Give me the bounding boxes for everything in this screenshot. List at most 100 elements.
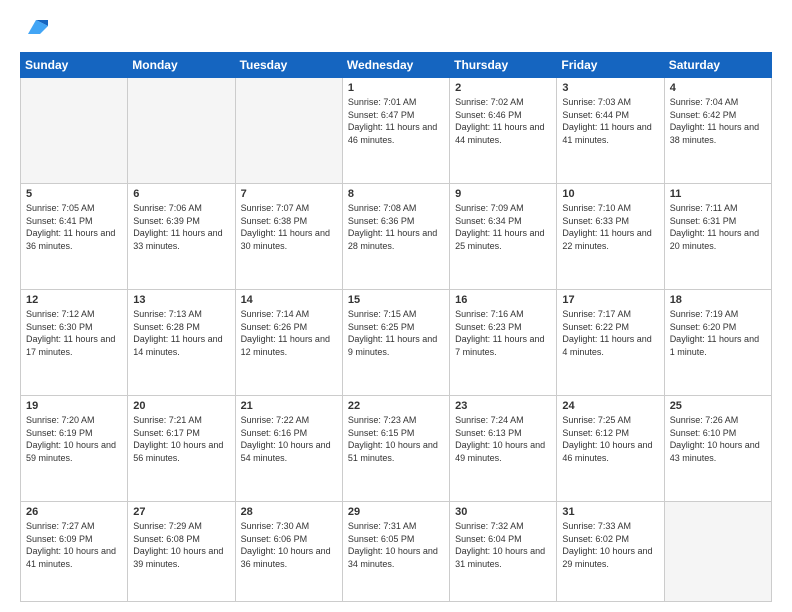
day-number: 13 <box>133 294 229 306</box>
calendar-cell: 24Sunrise: 7:25 AMSunset: 6:12 PMDayligh… <box>557 396 664 502</box>
day-info: Sunrise: 7:19 AMSunset: 6:20 PMDaylight:… <box>670 308 766 358</box>
day-number: 6 <box>133 188 229 200</box>
day-number: 25 <box>670 400 766 412</box>
day-info: Sunrise: 7:16 AMSunset: 6:23 PMDaylight:… <box>455 308 551 358</box>
calendar-cell: 16 Sunrise: 7:16 AMSunset: 6:23 PMDayligh… <box>450 290 557 396</box>
calendar-cell: 11 Sunrise: 7:11 AMSunset: 6:31 PMDayligh… <box>664 184 771 290</box>
col-header-monday: Monday <box>128 53 235 78</box>
calendar-week-1: 5Sunrise: 7:05 AMSunset: 6:41 PMDaylight… <box>21 184 772 290</box>
calendar-table: SundayMondayTuesdayWednesdayThursdayFrid… <box>20 52 772 602</box>
logo <box>20 16 52 44</box>
calendar-cell: 27Sunrise: 7:29 AMSunset: 6:08 PMDayligh… <box>128 502 235 602</box>
day-info: Sunrise: 7:11 AMSunset: 6:31 PMDaylight:… <box>670 202 766 252</box>
day-number: 10 <box>562 188 658 200</box>
day-number: 7 <box>241 188 337 200</box>
day-number: 20 <box>133 400 229 412</box>
day-info: Sunrise: 7:30 AMSunset: 6:06 PMDaylight:… <box>241 520 337 570</box>
day-number: 29 <box>348 506 444 518</box>
day-number: 30 <box>455 506 551 518</box>
day-number: 9 <box>455 188 551 200</box>
day-info: Sunrise: 7:04 AMSunset: 6:42 PMDaylight:… <box>670 96 766 146</box>
day-info: Sunrise: 7:01 AMSunset: 6:47 PMDaylight:… <box>348 96 444 146</box>
day-number: 15 <box>348 294 444 306</box>
col-header-saturday: Saturday <box>664 53 771 78</box>
day-number: 27 <box>133 506 229 518</box>
day-number: 1 <box>348 82 444 94</box>
calendar-cell: 14Sunrise: 7:14 AMSunset: 6:26 PMDayligh… <box>235 290 342 396</box>
col-header-tuesday: Tuesday <box>235 53 342 78</box>
calendar-cell: 25 Sunrise: 7:26 AMSunset: 6:10 PMDayligh… <box>664 396 771 502</box>
day-info: Sunrise: 7:23 AMSunset: 6:15 PMDaylight:… <box>348 414 444 464</box>
day-info: Sunrise: 7:26 AMSunset: 6:10 PMDaylight:… <box>670 414 766 464</box>
day-info: Sunrise: 7:08 AMSunset: 6:36 PMDaylight:… <box>348 202 444 252</box>
day-number: 31 <box>562 506 658 518</box>
calendar-cell: 10 Sunrise: 7:10 AMSunset: 6:33 PMDayligh… <box>557 184 664 290</box>
day-info: Sunrise: 7:15 AMSunset: 6:25 PMDaylight:… <box>348 308 444 358</box>
day-number: 18 <box>670 294 766 306</box>
day-number: 21 <box>241 400 337 412</box>
calendar-cell: 7 Sunrise: 7:07 AMSunset: 6:38 PMDaylight… <box>235 184 342 290</box>
calendar-cell <box>21 78 128 184</box>
day-info: Sunrise: 7:27 AMSunset: 6:09 PMDaylight:… <box>26 520 122 570</box>
calendar-cell: 12Sunrise: 7:12 AMSunset: 6:30 PMDayligh… <box>21 290 128 396</box>
day-info: Sunrise: 7:03 AMSunset: 6:44 PMDaylight:… <box>562 96 658 146</box>
day-info: Sunrise: 7:22 AMSunset: 6:16 PMDaylight:… <box>241 414 337 464</box>
day-number: 23 <box>455 400 551 412</box>
calendar-cell: 9 Sunrise: 7:09 AMSunset: 6:34 PMDaylight… <box>450 184 557 290</box>
day-info: Sunrise: 7:32 AMSunset: 6:04 PMDaylight:… <box>455 520 551 570</box>
calendar-week-0: 1 Sunrise: 7:01 AMSunset: 6:47 PMDaylight… <box>21 78 772 184</box>
header <box>20 16 772 44</box>
calendar-cell: 3 Sunrise: 7:03 AMSunset: 6:44 PMDaylight… <box>557 78 664 184</box>
calendar-cell: 5Sunrise: 7:05 AMSunset: 6:41 PMDaylight… <box>21 184 128 290</box>
calendar-cell <box>664 502 771 602</box>
calendar-cell: 26 Sunrise: 7:27 AMSunset: 6:09 PMDayligh… <box>21 502 128 602</box>
day-info: Sunrise: 7:17 AMSunset: 6:22 PMDaylight:… <box>562 308 658 358</box>
calendar-cell: 6 Sunrise: 7:06 AMSunset: 6:39 PMDaylight… <box>128 184 235 290</box>
calendar-cell: 21 Sunrise: 7:22 AMSunset: 6:16 PMDayligh… <box>235 396 342 502</box>
day-number: 5 <box>26 188 122 200</box>
col-header-wednesday: Wednesday <box>342 53 449 78</box>
calendar-cell: 22 Sunrise: 7:23 AMSunset: 6:15 PMDayligh… <box>342 396 449 502</box>
calendar-header-row: SundayMondayTuesdayWednesdayThursdayFrid… <box>21 53 772 78</box>
day-number: 11 <box>670 188 766 200</box>
day-number: 26 <box>26 506 122 518</box>
day-number: 16 <box>455 294 551 306</box>
day-info: Sunrise: 7:06 AMSunset: 6:39 PMDaylight:… <box>133 202 229 252</box>
calendar-week-3: 19 Sunrise: 7:20 AMSunset: 6:19 PMDayligh… <box>21 396 772 502</box>
day-info: Sunrise: 7:31 AMSunset: 6:05 PMDaylight:… <box>348 520 444 570</box>
calendar-cell: 15 Sunrise: 7:15 AMSunset: 6:25 PMDayligh… <box>342 290 449 396</box>
calendar-cell: 17 Sunrise: 7:17 AMSunset: 6:22 PMDayligh… <box>557 290 664 396</box>
calendar-cell <box>235 78 342 184</box>
day-number: 17 <box>562 294 658 306</box>
day-number: 22 <box>348 400 444 412</box>
calendar-cell: 29 Sunrise: 7:31 AMSunset: 6:05 PMDayligh… <box>342 502 449 602</box>
col-header-sunday: Sunday <box>21 53 128 78</box>
calendar-cell: 30 Sunrise: 7:32 AMSunset: 6:04 PMDayligh… <box>450 502 557 602</box>
calendar-cell: 23 Sunrise: 7:24 AMSunset: 6:13 PMDayligh… <box>450 396 557 502</box>
calendar-week-4: 26 Sunrise: 7:27 AMSunset: 6:09 PMDayligh… <box>21 502 772 602</box>
calendar-cell: 2Sunrise: 7:02 AMSunset: 6:46 PMDaylight… <box>450 78 557 184</box>
day-info: Sunrise: 7:09 AMSunset: 6:34 PMDaylight:… <box>455 202 551 252</box>
calendar-cell <box>128 78 235 184</box>
day-info: Sunrise: 7:13 AMSunset: 6:28 PMDaylight:… <box>133 308 229 358</box>
calendar-cell: 8 Sunrise: 7:08 AMSunset: 6:36 PMDaylight… <box>342 184 449 290</box>
day-number: 24 <box>562 400 658 412</box>
day-number: 3 <box>562 82 658 94</box>
calendar-cell: 4 Sunrise: 7:04 AMSunset: 6:42 PMDaylight… <box>664 78 771 184</box>
day-number: 14 <box>241 294 337 306</box>
day-info: Sunrise: 7:12 AMSunset: 6:30 PMDaylight:… <box>26 308 122 358</box>
day-info: Sunrise: 7:07 AMSunset: 6:38 PMDaylight:… <box>241 202 337 252</box>
calendar-cell: 19 Sunrise: 7:20 AMSunset: 6:19 PMDayligh… <box>21 396 128 502</box>
day-info: Sunrise: 7:10 AMSunset: 6:33 PMDaylight:… <box>562 202 658 252</box>
day-number: 19 <box>26 400 122 412</box>
day-number: 8 <box>348 188 444 200</box>
day-number: 4 <box>670 82 766 94</box>
day-info: Sunrise: 7:20 AMSunset: 6:19 PMDaylight:… <box>26 414 122 464</box>
calendar-cell: 20Sunrise: 7:21 AMSunset: 6:17 PMDayligh… <box>128 396 235 502</box>
calendar-week-2: 12Sunrise: 7:12 AMSunset: 6:30 PMDayligh… <box>21 290 772 396</box>
day-info: Sunrise: 7:24 AMSunset: 6:13 PMDaylight:… <box>455 414 551 464</box>
day-info: Sunrise: 7:33 AMSunset: 6:02 PMDaylight:… <box>562 520 658 570</box>
calendar-cell: 18 Sunrise: 7:19 AMSunset: 6:20 PMDayligh… <box>664 290 771 396</box>
calendar-cell: 1 Sunrise: 7:01 AMSunset: 6:47 PMDaylight… <box>342 78 449 184</box>
logo-icon <box>20 16 48 44</box>
